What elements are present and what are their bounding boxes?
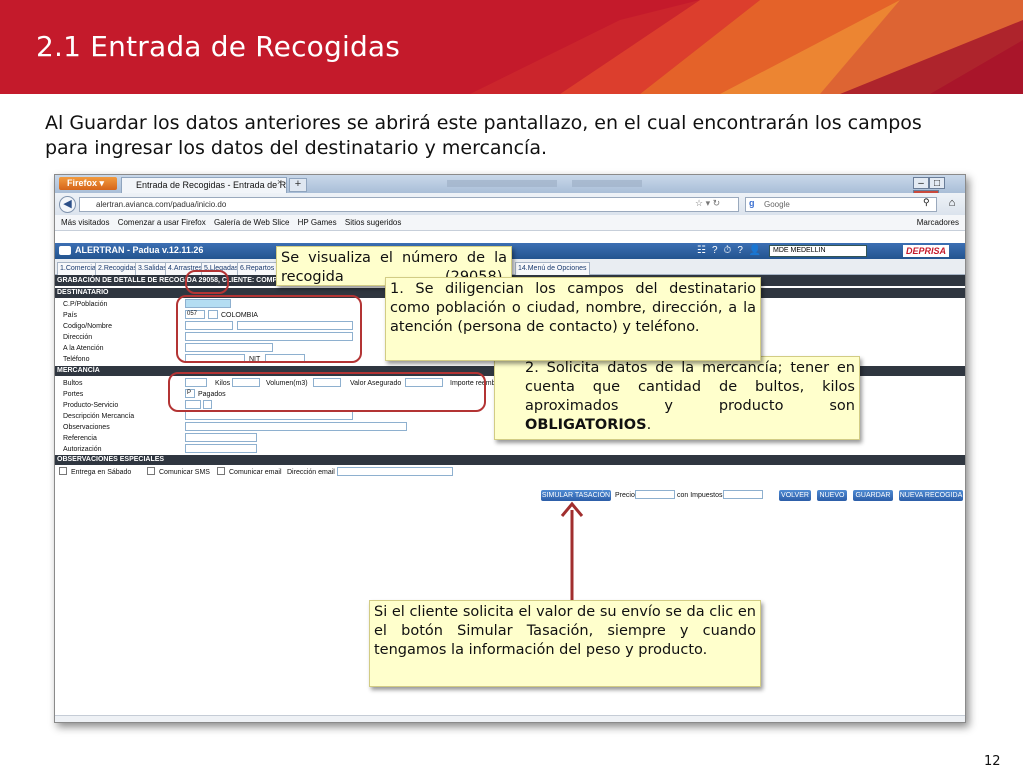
observaciones-input[interactable] (185, 422, 407, 431)
browser-tab[interactable]: Entrada de Recogidas - Entrada de Reco..… (121, 177, 287, 193)
tab-recogidas[interactable]: 2.Recogidas (95, 262, 140, 275)
impuestos-input[interactable] (723, 490, 763, 499)
blurred-window-title-2 (572, 180, 642, 187)
arrow-up-icon (560, 501, 584, 600)
callout-mercancia-text: 2. Solicita datos de la mercancía; tener… (525, 360, 855, 414)
callout-mercancia-bold: OBLIGATORIOS (525, 417, 647, 433)
search-input[interactable]: Google (745, 197, 937, 212)
tab-close-icon[interactable]: × (277, 177, 282, 187)
label-referencia: Referencia (63, 435, 97, 442)
label-autorizacion: Autorización (63, 446, 102, 453)
browser-titlebar: Firefox ▾ Entrada de Recogidas - Entrada… (55, 175, 965, 202)
star-icon[interactable]: ☆ ▾ ↻ (695, 198, 720, 209)
highlight-oval-destinatario (176, 295, 362, 363)
bookmark-suggested[interactable]: Sitios sugeridos (345, 218, 401, 227)
brand-logo: DEPRISA (903, 245, 950, 257)
new-tab-button[interactable]: + (289, 178, 307, 192)
label-bultos: Bultos (63, 380, 83, 387)
back-arrow-icon[interactable]: ◀ (59, 196, 76, 213)
callout-destinatario: 1. Se diligencian los campos del destina… (385, 277, 761, 361)
callout-mercancia-end: . (646, 417, 652, 433)
tab-comercial[interactable]: 1.Comercial (57, 262, 101, 275)
app-title: ALERTRAN - Padua v.12.11.26 (75, 245, 204, 255)
highlight-oval-mercancia (168, 372, 486, 412)
comunicar-email-checkbox[interactable] (217, 467, 225, 475)
bookmarks-menu[interactable]: Marcadores (917, 215, 959, 231)
section-observaciones: OBSERVACIONES ESPECIALES (55, 455, 965, 465)
label-comunicar-sms: Comunicar SMS (159, 469, 210, 476)
tab-repartos[interactable]: 6.Repartos (237, 262, 278, 275)
callout-simular: Si el cliente solicita el valor de su en… (369, 600, 761, 687)
label-codigo-nombre: Codigo/Nombre (63, 323, 113, 330)
descripcion-input[interactable] (185, 411, 353, 420)
label-descripcion: Descripción Mercancía (63, 413, 135, 420)
highlight-oval-number (185, 270, 229, 294)
tab-menu-opciones[interactable]: 14.Menú de Opciones (515, 262, 590, 275)
browser-tab-title: Entrada de Recogidas - Entrada de Reco..… (136, 180, 287, 190)
label-direccion: Dirección (63, 334, 93, 341)
label-impuestos: con Impuestos (677, 492, 723, 499)
intro-text: Al Guardar los datos anteriores se abrir… (45, 112, 922, 159)
slide: 2.1 Entrada de Recogidas Al Guardar los … (0, 0, 1023, 783)
label-comunicar-email: Comunicar email (229, 469, 282, 476)
url-field[interactable]: alertran.avianca.com/padua/inicio.do (79, 197, 739, 212)
email-input[interactable] (337, 467, 453, 476)
comunicar-sms-checkbox[interactable] (147, 467, 155, 475)
bookmark-most-visited[interactable]: Más visitados (61, 218, 109, 227)
bookmark-hp-games[interactable]: HP Games (298, 218, 337, 227)
bookmarks-bar: Más visitados Comenzar a usar Firefox Ga… (55, 215, 965, 231)
label-precio: Precio (615, 492, 635, 499)
bookmark-web-slice[interactable]: Galería de Web Slice (214, 218, 289, 227)
train-icon (59, 246, 71, 255)
page-number: 12 (984, 754, 1001, 769)
search-icon[interactable]: ⚲ (923, 197, 930, 208)
label-producto-servicio: Producto-Servicio (63, 402, 119, 409)
referencia-input[interactable] (185, 433, 257, 442)
status-bar (55, 715, 965, 722)
nuevo-button[interactable]: NUEVO (817, 490, 847, 501)
maximize-icon[interactable]: □ (929, 177, 945, 189)
office-select[interactable]: MDE MEDELLIN (769, 245, 867, 257)
header-band: 2.1 Entrada de Recogidas (0, 0, 1023, 94)
label-direccion-email: Dirección email (287, 469, 335, 476)
minimize-icon[interactable]: – (913, 177, 929, 189)
label-portes: Portes (63, 391, 84, 398)
label-telefono: Teléfono (63, 356, 90, 363)
callout-mercancia: 2. Solicita datos de la mercancía; tener… (494, 356, 860, 440)
label-pais: País (63, 312, 78, 319)
autorizacion-input[interactable] (185, 444, 257, 453)
entrega-sabado-checkbox[interactable] (59, 467, 67, 475)
home-icon[interactable]: ⌂ (943, 197, 961, 212)
browser-navbar: ◀ alertran.avianca.com/padua/inicio.do ☆… (55, 193, 965, 215)
volver-button[interactable]: VOLVER (779, 490, 811, 501)
bookmark-getting-started[interactable]: Comenzar a usar Firefox (118, 218, 206, 227)
precio-input[interactable] (635, 490, 675, 499)
firefox-menu-button[interactable]: Firefox ▾ (59, 177, 117, 190)
label-cp-poblacion: C.P/Población (63, 301, 108, 308)
blurred-window-title (447, 180, 557, 187)
firefox-menu-label: Firefox (67, 178, 98, 188)
slide-title: 2.1 Entrada de Recogidas (36, 30, 401, 63)
label-entrega-sabado: Entrega en Sábado (71, 469, 132, 476)
google-icon: g (749, 198, 755, 208)
guardar-button[interactable]: GUARDAR (853, 490, 893, 501)
app-toolbar-icons[interactable]: ☷?⏱?👤 (697, 245, 767, 256)
nueva-recogida-button[interactable]: NUEVA RECOGIDA (899, 490, 963, 501)
label-atencion: A la Atención (63, 345, 104, 352)
label-observaciones: Observaciones (63, 424, 110, 431)
